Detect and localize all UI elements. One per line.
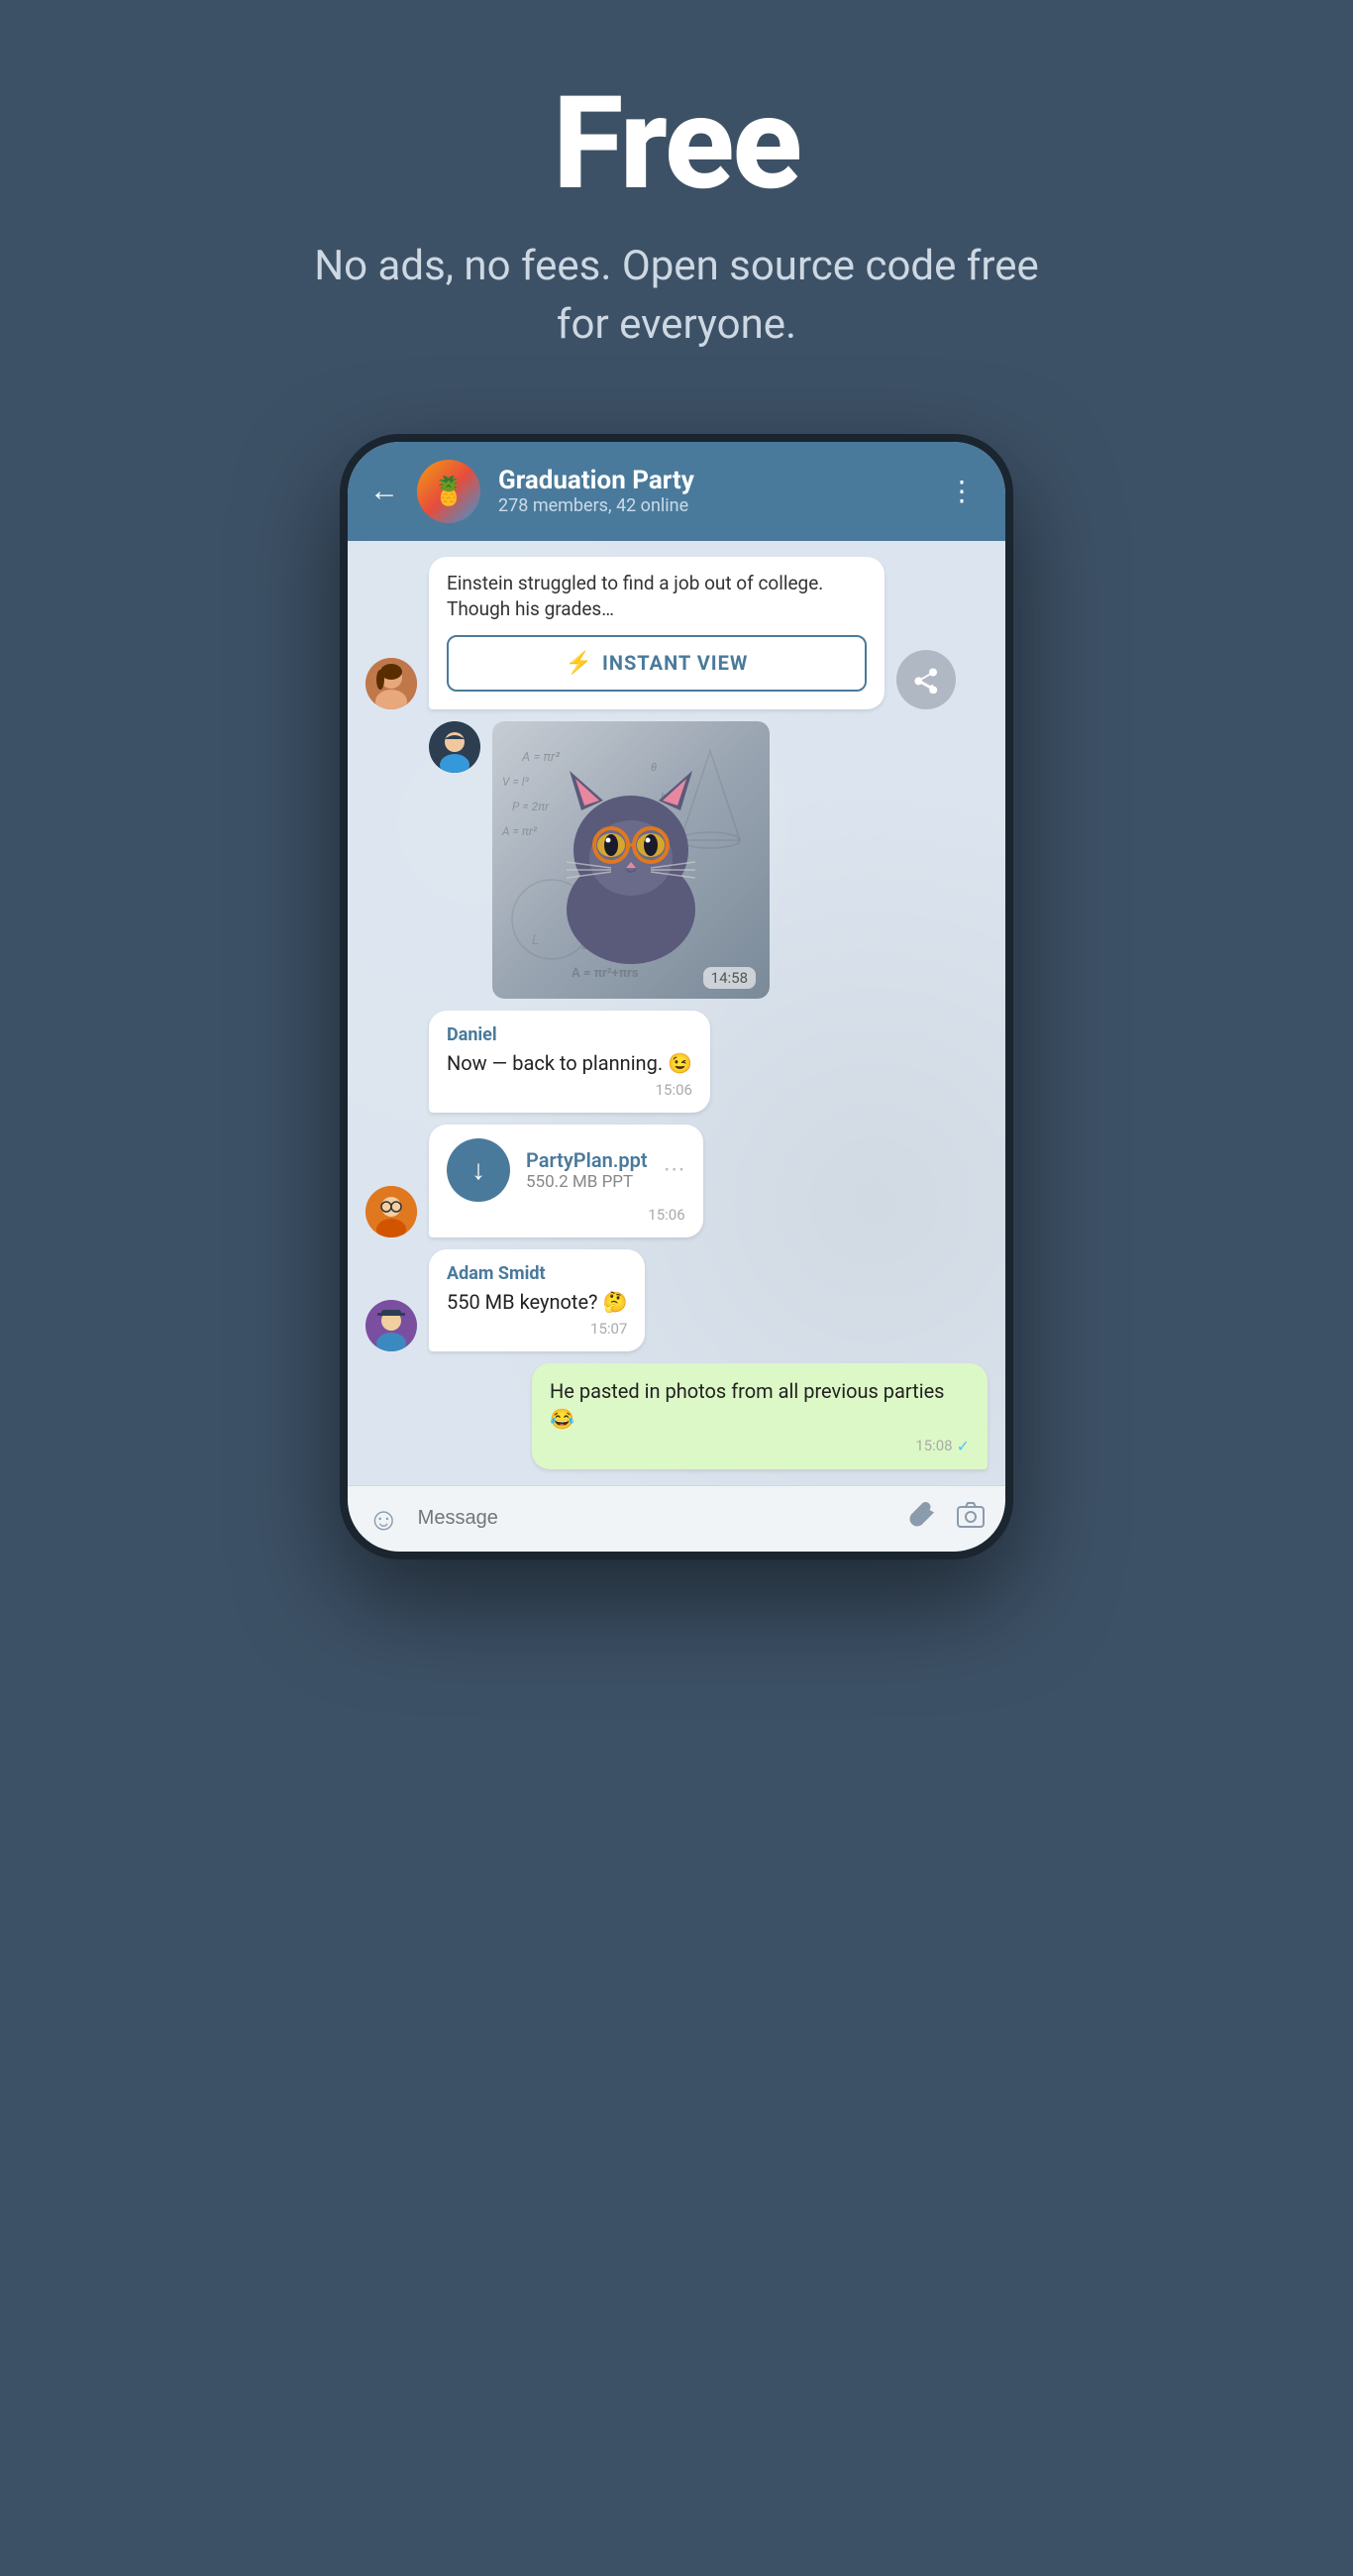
message-row: Adam Smidt 550 MB keynote? 🤔 15:07 (365, 1249, 988, 1351)
message-bubble: Adam Smidt 550 MB keynote? 🤔 15:07 (429, 1249, 645, 1351)
group-avatar-emoji: 🍍 (432, 475, 467, 507)
message-time: 15:06 (447, 1206, 685, 1224)
download-button[interactable]: ↓ (447, 1138, 510, 1202)
hero-subtitle: No ads, no fees. Open source code free f… (300, 238, 1053, 355)
message-bubble: Daniel Now — back to planning. 😉 15:06 (429, 1011, 710, 1113)
file-menu-button[interactable]: ⋯ (664, 1157, 685, 1182)
sender-name: Adam Smidt (447, 1263, 627, 1284)
avatar (365, 1300, 417, 1351)
phone-wrapper: ← 🍍 Graduation Party 278 members, 42 onl… (0, 434, 1353, 1559)
message-time: 15:08 ✓ (550, 1437, 970, 1455)
cat-sticker (532, 751, 730, 969)
phone-device: ← 🍍 Graduation Party 278 members, 42 onl… (340, 434, 1013, 1559)
avatar (429, 721, 480, 773)
camera-button[interactable] (956, 1500, 986, 1537)
sticker-row: A = πr² V = l³ P = 2πr A = πr² θ h s (429, 721, 988, 999)
emoji-button[interactable]: ☺ (367, 1500, 400, 1538)
svg-text:V = l³: V = l³ (502, 775, 530, 789)
avatar (365, 658, 417, 709)
phone-screen: ← 🍍 Graduation Party 278 members, 42 onl… (348, 442, 1005, 1552)
message-text: Now — back to planning. 😉 (447, 1049, 692, 1077)
message-tick: ✓ (957, 1437, 970, 1455)
chat-body: Einstein struggled to find a job out of … (348, 541, 1005, 1485)
share-button[interactable] (896, 650, 956, 709)
sticker-time: 14:58 (703, 967, 756, 989)
group-name: Graduation Party (498, 466, 922, 495)
article-text: Einstein struggled to find a job out of … (447, 571, 867, 623)
group-members: 278 members, 42 online (498, 495, 922, 516)
avatar (365, 1186, 417, 1237)
message-row: Daniel Now — back to planning. 😉 15:06 (365, 1011, 988, 1113)
message-text: He pasted in photos from all previous pa… (550, 1377, 970, 1433)
chat-header: ← 🍍 Graduation Party 278 members, 42 onl… (348, 442, 1005, 541)
download-icon: ↓ (471, 1153, 485, 1186)
group-info: Graduation Party 278 members, 42 online (498, 466, 922, 516)
file-bubble: ↓ PartyPlan.ppt 550.2 MB PPT ⋯ 15:06 (429, 1125, 703, 1237)
file-meta: 550.2 MB PPT (526, 1172, 648, 1192)
instant-view-button[interactable]: ⚡ INSTANT VIEW (447, 635, 867, 692)
hero-section: Free No ads, no fees. Open source code f… (0, 0, 1353, 414)
group-avatar: 🍍 (417, 460, 480, 523)
message-row: Einstein struggled to find a job out of … (365, 557, 988, 709)
message-bubble: He pasted in photos from all previous pa… (532, 1363, 988, 1469)
message-time: 15:06 (447, 1081, 692, 1099)
message-time: 15:07 (447, 1320, 627, 1338)
more-button[interactable]: ⋮ (940, 467, 984, 515)
message-row: He pasted in photos from all previous pa… (365, 1363, 988, 1469)
attach-button[interactable] (908, 1500, 938, 1537)
file-info: PartyPlan.ppt 550.2 MB PPT (526, 1148, 648, 1192)
hero-title: Free (553, 79, 800, 208)
back-button[interactable]: ← (369, 474, 399, 508)
instant-view-label: INSTANT VIEW (602, 651, 748, 675)
file-name: PartyPlan.ppt (526, 1148, 648, 1172)
message-row: ↓ PartyPlan.ppt 550.2 MB PPT ⋯ 15:06 (365, 1125, 988, 1237)
article-bubble: Einstein struggled to find a job out of … (429, 557, 885, 709)
input-bar: ☺ (348, 1485, 1005, 1552)
message-text: 550 MB keynote? 🤔 (447, 1288, 627, 1316)
sender-name: Daniel (447, 1024, 692, 1045)
message-input[interactable] (418, 1507, 890, 1530)
bolt-icon: ⚡ (566, 651, 592, 676)
sticker-bubble: A = πr² V = l³ P = 2πr A = πr² θ h s (492, 721, 770, 999)
